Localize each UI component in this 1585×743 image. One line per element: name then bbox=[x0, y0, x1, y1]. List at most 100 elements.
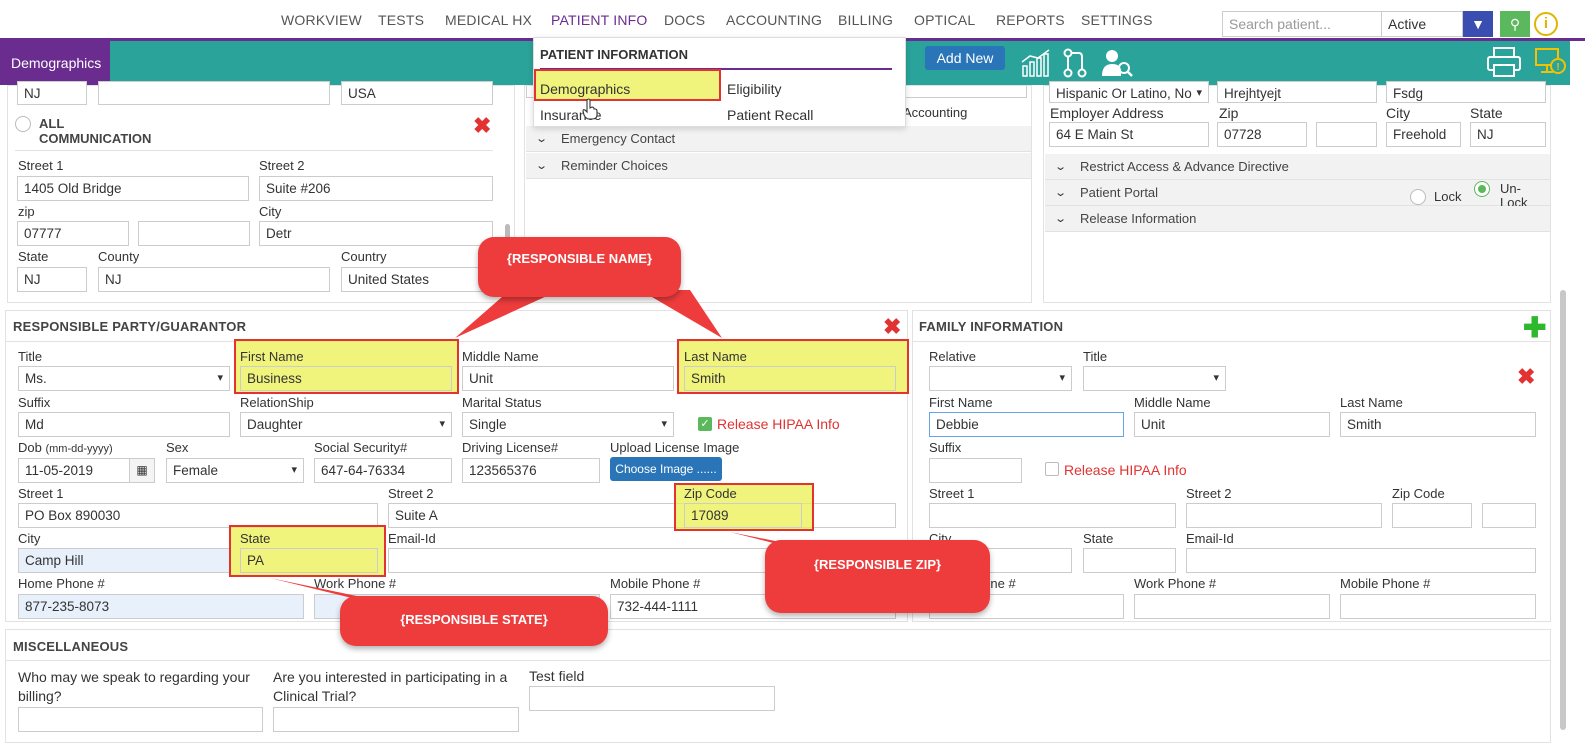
dob-label: Dob (mm-dd-yyyy) bbox=[18, 440, 113, 455]
status-dropdown-button[interactable]: ▼ bbox=[1463, 11, 1493, 37]
driving-license-input[interactable]: 123565376 bbox=[462, 458, 600, 483]
billing-contact-input[interactable] bbox=[18, 707, 263, 732]
family-last-name-input[interactable]: Smith bbox=[1340, 412, 1536, 437]
family-mobile-phone-input[interactable] bbox=[1340, 594, 1536, 619]
remove-responsible-icon[interactable]: ✖ bbox=[883, 316, 901, 338]
nav-accounting[interactable]: ACCOUNTING bbox=[726, 12, 822, 28]
patient-search-icon[interactable] bbox=[1100, 48, 1134, 78]
marital-status-select[interactable]: Single bbox=[462, 412, 674, 437]
last-name-input[interactable]: Smith bbox=[684, 366, 896, 391]
remove-family-icon[interactable]: ✖ bbox=[1517, 366, 1535, 388]
family-work-phone-input[interactable] bbox=[1134, 594, 1330, 619]
home-phone-input[interactable]: 877-235-8073 bbox=[18, 594, 304, 619]
family-zip-input[interactable] bbox=[1392, 503, 1472, 528]
nav-docs[interactable]: DOCS bbox=[664, 12, 705, 28]
family-middle-name-input[interactable]: Unit bbox=[1134, 412, 1330, 437]
release-information-section[interactable]: ⌄ Release Information bbox=[1045, 206, 1550, 232]
nav-workview[interactable]: WORKVIEW bbox=[281, 12, 362, 28]
add-family-icon[interactable]: ✚ bbox=[1523, 313, 1546, 343]
page-scrollbar[interactable] bbox=[1560, 290, 1566, 730]
family-street2-input[interactable] bbox=[1186, 503, 1382, 528]
merge-icon[interactable] bbox=[1062, 48, 1088, 78]
calendar-icon[interactable]: ▦ bbox=[129, 458, 155, 483]
dob-input[interactable]: 11-05-2019 bbox=[18, 458, 130, 483]
county-field[interactable] bbox=[98, 81, 330, 105]
ethnicity-select[interactable]: Hispanic Or Latino, No bbox=[1049, 81, 1209, 103]
info-icon[interactable]: i bbox=[1534, 12, 1558, 36]
street2-input[interactable]: Suite A bbox=[388, 503, 896, 528]
clinical-trial-input[interactable] bbox=[273, 707, 519, 732]
family-street1-input[interactable] bbox=[929, 503, 1176, 528]
county-input[interactable]: NJ bbox=[98, 267, 330, 292]
remove-icon[interactable]: ✖ bbox=[473, 115, 491, 137]
ssn-input[interactable]: 647-64-76334 bbox=[314, 458, 452, 483]
family-release-hipaa-checkbox[interactable] bbox=[1045, 462, 1059, 476]
all-communication-radio[interactable] bbox=[15, 116, 31, 132]
relative-select[interactable] bbox=[929, 366, 1072, 391]
family-first-name-input[interactable]: Debbie bbox=[929, 412, 1124, 437]
miscellaneous-panel: MISCELLANEOUS Who may we speak to regard… bbox=[5, 629, 1551, 743]
hand-cursor-icon bbox=[582, 98, 598, 120]
menu-item-demographics[interactable]: Demographics bbox=[540, 81, 630, 97]
family-title-select[interactable] bbox=[1083, 366, 1226, 391]
nav-tests[interactable]: TESTS bbox=[378, 12, 424, 28]
country-input[interactable]: United States bbox=[341, 267, 493, 292]
city-input[interactable]: Detr bbox=[259, 221, 493, 246]
release-hipaa-checkbox[interactable]: ✓ bbox=[698, 417, 712, 431]
choose-image-button[interactable]: Choose Image ...... bbox=[610, 457, 722, 481]
test-field-input[interactable] bbox=[529, 686, 775, 711]
chart-icon[interactable] bbox=[1020, 48, 1052, 78]
relationship-select[interactable]: Daughter bbox=[240, 412, 452, 437]
employer-state-input[interactable]: NJ bbox=[1470, 122, 1546, 147]
add-new-button[interactable]: Add New bbox=[925, 46, 1005, 70]
family-suffix-input[interactable] bbox=[929, 458, 1022, 483]
emergency-contact-section[interactable]: ⌄ Emergency Contact bbox=[526, 126, 1031, 152]
employer-city-input[interactable]: Freehold bbox=[1386, 122, 1461, 147]
family-email-input[interactable] bbox=[1186, 548, 1536, 573]
street1-label: Street 1 bbox=[18, 486, 64, 501]
alert-monitor-icon[interactable]: ! bbox=[1534, 46, 1566, 78]
top-navigation: WORKVIEW TESTS MEDICAL HX PATIENT INFO D… bbox=[0, 0, 1585, 41]
reminder-choices-section[interactable]: ⌄ Reminder Choices bbox=[526, 153, 1031, 179]
employer-name-input[interactable]: Hrejhtyejt bbox=[1217, 81, 1377, 103]
first-name-input[interactable]: Business bbox=[240, 366, 452, 391]
zip-input[interactable]: 07777 bbox=[17, 221, 129, 246]
title-select[interactable]: Ms. bbox=[18, 366, 230, 391]
country-field[interactable]: USA bbox=[341, 81, 493, 105]
city-input[interactable]: Camp Hill bbox=[18, 548, 230, 573]
zip-extension-input[interactable] bbox=[138, 221, 250, 246]
nav-optical[interactable]: OPTICAL bbox=[914, 12, 975, 28]
menu-item-patient-recall[interactable]: Patient Recall bbox=[727, 107, 813, 123]
family-state-input[interactable] bbox=[1083, 548, 1176, 573]
street2-input[interactable]: Suite #206 bbox=[259, 176, 493, 201]
nav-settings[interactable]: SETTINGS bbox=[1081, 12, 1153, 28]
restrict-access-section[interactable]: ⌄ Restrict Access & Advance Directive bbox=[1045, 154, 1550, 180]
employer-zip-input[interactable]: 07728 bbox=[1217, 122, 1307, 147]
unlock-radio[interactable] bbox=[1474, 181, 1490, 197]
search-button[interactable]: ⚲ bbox=[1500, 11, 1530, 37]
occupation-input[interactable]: Fsdg bbox=[1386, 81, 1546, 103]
nav-billing[interactable]: BILLING bbox=[838, 12, 893, 28]
state-input[interactable]: PA bbox=[240, 548, 378, 573]
status-select[interactable]: Active bbox=[1381, 11, 1463, 37]
nav-medical-hx[interactable]: MEDICAL HX bbox=[445, 12, 532, 28]
tab-demographics[interactable]: Demographics bbox=[0, 41, 110, 85]
printer-icon[interactable] bbox=[1486, 46, 1522, 78]
nav-reports[interactable]: REPORTS bbox=[996, 12, 1065, 28]
employer-zip-ext-input[interactable] bbox=[1316, 122, 1377, 147]
lock-radio[interactable] bbox=[1410, 189, 1426, 205]
suffix-input[interactable]: Md bbox=[18, 412, 230, 437]
nav-patient-info[interactable]: PATIENT INFO bbox=[551, 12, 648, 28]
employer-address-input[interactable]: 64 E Main St bbox=[1049, 122, 1209, 147]
state-field[interactable]: NJ bbox=[17, 81, 87, 105]
sex-select[interactable]: Female bbox=[166, 458, 304, 483]
family-zip-ext-input[interactable] bbox=[1482, 503, 1536, 528]
zip-code-input[interactable]: 17089 bbox=[684, 503, 802, 528]
miscellaneous-heading: MISCELLANEOUS bbox=[13, 639, 129, 654]
menu-item-eligibility[interactable]: Eligibility bbox=[727, 81, 781, 97]
middle-name-input[interactable]: Unit bbox=[462, 366, 674, 391]
search-patient-input[interactable]: Search patient... bbox=[1222, 11, 1382, 37]
street1-input[interactable]: 1405 Old Bridge bbox=[17, 176, 249, 201]
suffix-label: Suffix bbox=[18, 395, 51, 410]
state-input[interactable]: NJ bbox=[17, 267, 87, 292]
